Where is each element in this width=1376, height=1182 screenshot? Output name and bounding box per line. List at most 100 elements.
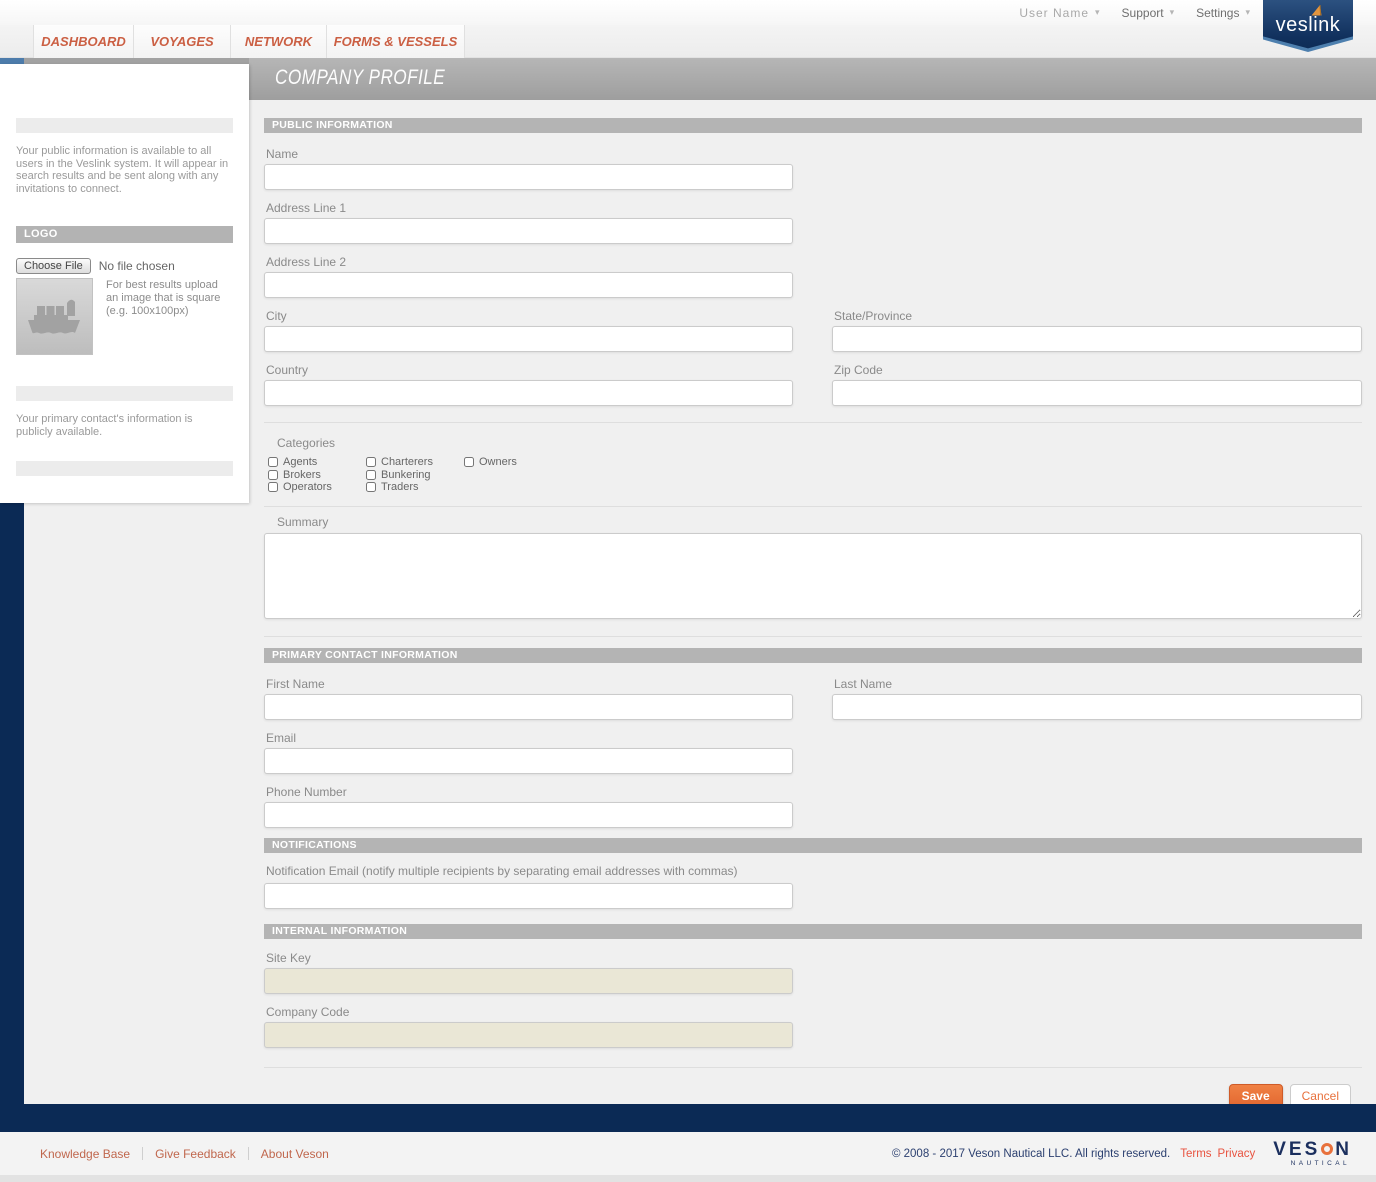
user-name-label: User Name [1019,6,1089,20]
tab-voyages[interactable]: VOYAGES [134,25,231,58]
veson-ring-icon [1321,1143,1333,1155]
primary-contact-note: Your primary contact's information is pu… [16,413,216,438]
divider [264,506,1362,507]
public-info-note: Your public information is available to … [16,145,233,195]
categories-group: Agents Brokers Operators Charterers [268,456,1362,494]
city-input[interactable] [264,326,793,352]
page-title-bar: COMPANY PROFILE [249,58,1376,100]
placeholder-bar [16,386,233,401]
state-province-label: State/Province [834,309,1362,323]
logo-section-header: LOGO [16,226,233,243]
chevron-down-icon: ▾ [1245,7,1250,18]
user-menu: User Name ▾ Support ▾ Settings ▾ [1019,0,1250,25]
copyright-text: © 2008 - 2017 Veson Nautical LLC. All ri… [892,1148,1170,1160]
operators-label: Operators [283,481,332,493]
ship-icon [26,296,84,338]
section-header-public-information: PUBLIC INFORMATION [264,118,1362,133]
notification-email-label: Notification Email (notify multiple reci… [266,864,1362,878]
zip-code-label: Zip Code [834,363,1362,377]
owners-label: Owners [479,456,517,468]
company-profile-form: PUBLIC INFORMATION Name Address Line 1 A… [249,100,1376,1109]
email-label: Email [266,731,1362,745]
name-label: Name [266,147,1362,161]
phone-number-label: Phone Number [266,785,1362,799]
footer: Knowledge Base Give Feedback About Veson… [0,1132,1376,1182]
brokers-label: Brokers [283,469,321,481]
divider [264,422,1362,423]
name-input[interactable] [264,164,793,190]
first-name-input[interactable] [264,694,793,720]
category-agents: Agents [268,456,366,469]
notification-email-input[interactable] [264,883,793,909]
veson-nautical-logo: NAUTIVESN NAUTICAL [1273,1140,1352,1167]
country-input[interactable] [264,380,793,406]
settings-menu[interactable]: Settings ▾ [1196,6,1250,20]
settings-label: Settings [1196,6,1239,20]
placeholder-bar [16,461,233,476]
privacy-link[interactable]: Privacy [1218,1148,1256,1160]
terms-link[interactable]: Terms [1180,1148,1211,1160]
veson-wordmark: NAUTIVESN [1273,1140,1352,1159]
support-menu[interactable]: Support ▾ [1122,6,1175,20]
footer-right: © 2008 - 2017 Veson Nautical LLC. All ri… [892,1140,1352,1167]
category-operators: Operators [268,481,366,494]
legal-links: Terms Privacy [1180,1148,1255,1160]
agents-checkbox[interactable] [268,457,278,467]
page: User Name ▾ Support ▾ Settings ▾ DASHBOA… [0,0,1376,1182]
chevron-down-icon: ▾ [1170,7,1175,18]
category-brokers: Brokers [268,469,366,482]
section-header-primary-contact: PRIMARY CONTACT INFORMATION [264,648,1362,663]
page-title: COMPANY PROFILE [275,66,445,90]
user-name-menu[interactable]: User Name ▾ [1019,6,1099,20]
category-owners: Owners [464,456,562,469]
operators-checkbox[interactable] [268,482,278,492]
company-code-label: Company Code [266,1005,1362,1019]
choose-file-button[interactable]: Choose File [16,258,91,274]
divider [264,1067,1362,1068]
divider [264,636,1362,637]
tab-dashboard[interactable]: DASHBOARD [34,25,134,58]
zip-code-input[interactable] [832,380,1362,406]
traders-label: Traders [381,481,419,493]
address-line-2-input[interactable] [264,272,793,298]
support-label: Support [1122,6,1164,20]
logo-placeholder-image [16,278,93,355]
traders-checkbox[interactable] [366,482,376,492]
phone-number-input[interactable] [264,802,793,828]
give-feedback-link[interactable]: Give Feedback [143,1147,248,1161]
site-key-label: Site Key [266,951,1362,965]
summary-textarea[interactable] [264,533,1362,619]
chevron-down-icon: ▾ [1095,7,1100,18]
left-navy-strip [0,503,24,1104]
address-line-1-label: Address Line 1 [266,201,1362,215]
top-bar: User Name ▾ Support ▾ Settings ▾ [0,0,1376,25]
country-label: Country [266,363,793,377]
tab-forms-vessels[interactable]: FORMS & VESSELS [327,25,465,58]
category-traders: Traders [366,481,464,494]
knowledge-base-link[interactable]: Knowledge Base [40,1147,142,1161]
about-veson-link[interactable]: About Veson [249,1147,341,1161]
navy-band [0,1104,1376,1132]
charterers-checkbox[interactable] [366,457,376,467]
placeholder-bar [16,118,233,133]
first-name-label: First Name [266,677,793,691]
bunkering-checkbox[interactable] [366,470,376,480]
address-line-2-label: Address Line 2 [266,255,1362,269]
section-header-internal-information: INTERNAL INFORMATION [264,924,1362,939]
upload-hint: For best results upload an image that is… [106,279,228,318]
sidebar: Your public information is available to … [0,64,249,503]
owners-checkbox[interactable] [464,457,474,467]
categories-label: Categories [277,436,1362,450]
last-name-label: Last Name [834,677,1362,691]
state-province-input[interactable] [832,326,1362,352]
email-input[interactable] [264,748,793,774]
category-bunkering: Bunkering [366,469,464,482]
address-line-1-input[interactable] [264,218,793,244]
last-name-input[interactable] [832,694,1362,720]
footer-links: Knowledge Base Give Feedback About Veson [40,1147,341,1161]
veson-nautical-sub: NAUTICAL [1291,1160,1350,1167]
brokers-checkbox[interactable] [268,470,278,480]
no-file-chosen-text: No file chosen [99,259,175,273]
veslink-wordmark: veslink [1263,14,1353,37]
tab-network[interactable]: NETWORK [231,25,327,58]
